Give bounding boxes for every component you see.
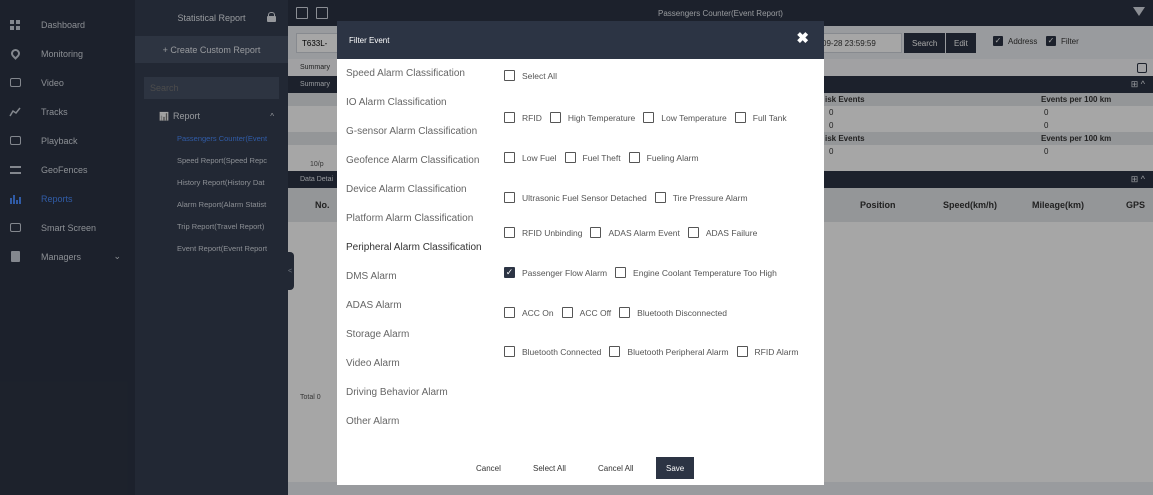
cancel-all-button[interactable]: Cancel All xyxy=(598,457,634,479)
category-item[interactable]: Video Alarm xyxy=(346,358,400,369)
category-item[interactable]: DMS Alarm xyxy=(346,271,397,282)
checkbox-label: Bluetooth Peripheral Alarm xyxy=(627,346,729,357)
event-checkbox[interactable]: Tire Pressure Alarm xyxy=(654,192,748,203)
option-row: ✓ Passenger Flow Alarm Engine Coolant Temp… xyxy=(504,267,785,278)
category-item[interactable]: Geofence Alarm Classification xyxy=(346,155,479,166)
category-item[interactable]: IO Alarm Classification xyxy=(346,97,447,108)
option-row: Ultrasonic Fuel Sensor Detached Tire Pres… xyxy=(504,192,756,203)
event-checkbox[interactable]: Low Fuel xyxy=(504,152,557,163)
checkbox-icon xyxy=(504,70,515,81)
event-checkbox[interactable]: RFID Unbinding xyxy=(504,227,582,238)
checkbox-label: Bluetooth Disconnected xyxy=(637,307,727,318)
checkbox-label: Fuel Theft xyxy=(582,152,621,163)
event-checkbox[interactable]: ADAS Alarm Event xyxy=(590,227,680,238)
checkbox-icon xyxy=(643,112,655,123)
checkbox-label: RFID Unbinding xyxy=(522,227,583,238)
category-item[interactable]: ADAS Alarm xyxy=(346,300,402,311)
checkbox-icon xyxy=(504,152,515,163)
checkbox-label: Tire Pressure Alarm xyxy=(672,192,748,203)
filter-event-dialog: Filter Event ✖ Speed Alarm Classificatio… xyxy=(337,21,824,485)
category-item[interactable]: Peripheral Alarm Classification xyxy=(346,242,482,253)
checkmark-icon: ✓ xyxy=(504,267,515,278)
checkbox-icon xyxy=(504,192,515,203)
option-row: Bluetooth Connected Bluetooth Peripheral … xyxy=(504,346,806,357)
event-checkbox[interactable]: ACC Off xyxy=(561,307,612,318)
checkbox-label: ADAS Failure xyxy=(705,227,758,238)
option-row: RFID High Temperature Low Temperature Full … xyxy=(504,112,795,123)
checkbox-label: RFID xyxy=(522,112,542,123)
checkbox-icon xyxy=(687,227,699,238)
checkbox-label: ADAS Alarm Event xyxy=(608,227,680,238)
select-all-checkbox[interactable]: Select All xyxy=(504,70,557,81)
checkbox-icon xyxy=(590,227,602,238)
select-all-button[interactable]: Select All xyxy=(533,457,566,479)
checkbox-label: Ultrasonic Fuel Sensor Detached xyxy=(522,192,647,203)
close-icon[interactable]: ✖ xyxy=(796,31,809,46)
checkbox-icon xyxy=(549,112,561,123)
checkbox-icon xyxy=(615,267,627,278)
checkbox-label: Low Temperature xyxy=(661,112,727,123)
dialog-footer: Cancel Select All Cancel All Save xyxy=(337,457,824,479)
event-checkbox[interactable]: ✓ Passenger Flow Alarm xyxy=(504,267,607,278)
checkbox-label: RFID Alarm xyxy=(754,346,799,357)
category-item[interactable]: Platform Alarm Classification xyxy=(346,213,473,224)
event-checkbox[interactable]: Ultrasonic Fuel Sensor Detached xyxy=(504,192,647,203)
checkbox-label: Fueling Alarm xyxy=(646,152,699,163)
checkbox-label: Full Tank xyxy=(752,112,787,123)
category-item[interactable]: Driving Behavior Alarm xyxy=(346,387,448,398)
event-checkbox[interactable]: RFID Alarm xyxy=(736,346,799,357)
event-checkbox[interactable]: Bluetooth Disconnected xyxy=(619,307,727,318)
checkbox-icon xyxy=(736,346,748,357)
checkbox-label: Bluetooth Connected xyxy=(522,346,602,357)
checkbox-icon xyxy=(504,227,515,238)
checkbox-icon xyxy=(619,307,631,318)
checkbox-label: ACC Off xyxy=(579,307,612,318)
event-checkbox[interactable]: Fuel Theft xyxy=(564,152,621,163)
category-item[interactable]: Other Alarm xyxy=(346,416,399,427)
category-item[interactable]: G-sensor Alarm Classification xyxy=(346,126,477,137)
checkbox-label: Passenger Flow Alarm xyxy=(522,267,608,278)
category-item[interactable]: Storage Alarm xyxy=(346,329,409,340)
checkbox-label: High Temperature xyxy=(567,112,636,123)
checkbox-icon xyxy=(734,112,746,123)
event-checkbox[interactable]: Bluetooth Connected xyxy=(504,346,601,357)
event-checkbox[interactable]: Engine Coolant Temperature Too High xyxy=(615,267,777,278)
checkbox-icon xyxy=(561,307,573,318)
option-row: ACC On ACC Off Bluetooth Disconnected xyxy=(504,307,735,318)
checkbox-icon xyxy=(654,192,666,203)
event-checkbox[interactable]: ADAS Failure xyxy=(687,227,758,238)
event-checkbox[interactable]: High Temperature xyxy=(549,112,636,123)
checkbox-icon xyxy=(628,152,640,163)
event-checkbox[interactable]: ACC On xyxy=(504,307,554,318)
category-item[interactable]: Speed Alarm Classification xyxy=(346,68,465,79)
event-checkbox[interactable]: Bluetooth Peripheral Alarm xyxy=(609,346,729,357)
checkbox-icon xyxy=(609,346,621,357)
event-checkbox[interactable]: Full Tank xyxy=(734,112,787,123)
option-row: RFID Unbinding ADAS Alarm Event ADAS Failu… xyxy=(504,227,765,238)
checkbox-label: Low Fuel xyxy=(522,152,557,163)
checkbox-icon xyxy=(504,346,515,357)
checkbox-label: Engine Coolant Temperature Too High xyxy=(633,267,777,278)
option-row: Low Fuel Fuel Theft Fueling Alarm xyxy=(504,152,707,163)
cancel-button[interactable]: Cancel xyxy=(476,457,501,479)
save-button[interactable]: Save xyxy=(656,457,695,479)
event-checkbox[interactable]: RFID xyxy=(504,112,542,123)
category-item[interactable]: Device Alarm Classification xyxy=(346,184,467,195)
checkbox-label: ACC On xyxy=(522,307,554,318)
checkbox-label: Select All xyxy=(522,70,557,81)
event-checkbox[interactable]: Low Temperature xyxy=(643,112,727,123)
dialog-header: Filter Event ✖ xyxy=(337,21,824,59)
select-all-row: Select All xyxy=(504,70,565,81)
checkbox-icon xyxy=(504,307,515,318)
dialog-title: Filter Event xyxy=(349,35,390,45)
event-checkbox[interactable]: Fueling Alarm xyxy=(628,152,699,163)
checkbox-icon xyxy=(564,152,576,163)
checkbox-icon xyxy=(504,112,515,123)
